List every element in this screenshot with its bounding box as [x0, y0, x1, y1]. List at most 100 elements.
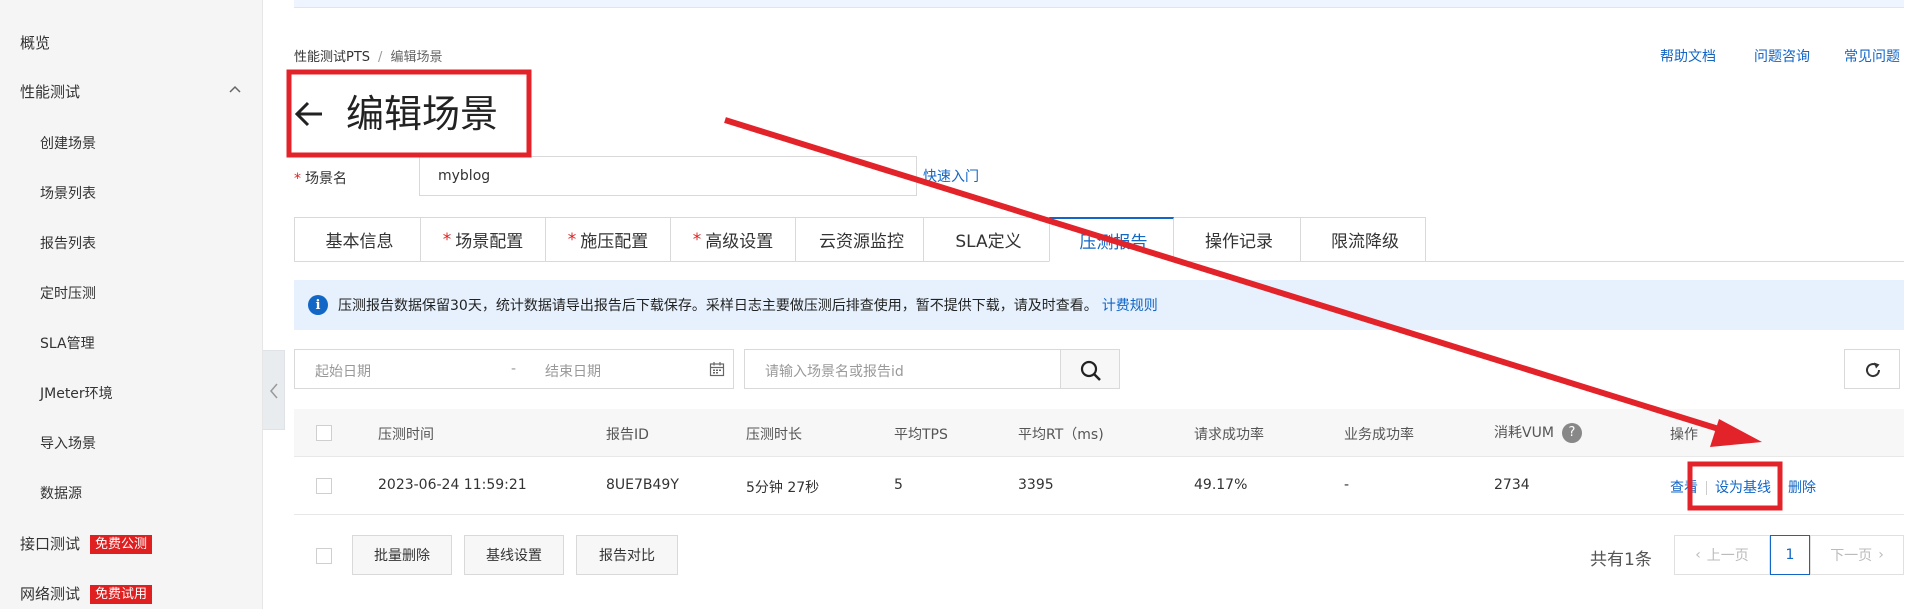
sidebar-item-label: 创建场景: [40, 136, 96, 152]
tab-label: SLA定义: [955, 232, 1022, 252]
tab-rate-limit[interactable]: 限流降级: [1300, 217, 1426, 262]
help-consult-link[interactable]: 问题咨询: [1754, 46, 1810, 66]
tab-bar: 基本信息 * 场景配置 * 施压配置 * 高级设置 云资源监控 SLA定义 压测报告 …: [294, 217, 1426, 262]
delete-link[interactable]: 删除: [1788, 480, 1816, 496]
faq-link[interactable]: 常见问题: [1844, 46, 1900, 66]
tab-basic-info[interactable]: 基本信息: [294, 217, 421, 262]
badge: 免费公测: [90, 535, 153, 554]
search-icon: [1080, 360, 1101, 381]
required-mark: *: [442, 229, 452, 250]
scene-name-input[interactable]: myblog: [419, 156, 917, 196]
chevron-right-icon: ›: [1878, 547, 1884, 563]
tab-load-config[interactable]: * 施压配置: [545, 217, 671, 262]
tab-cloud-monitor[interactable]: 云资源监控: [795, 217, 924, 262]
chevron-left-icon: ‹: [1695, 547, 1701, 563]
cell-biz-success: -: [1344, 477, 1350, 493]
end-date-field[interactable]: 结束日期: [545, 361, 601, 381]
sidebar-item-label: 接口测试: [20, 535, 81, 553]
tab-label: 施压配置: [580, 232, 649, 252]
tab-op-log[interactable]: 操作记录: [1173, 217, 1301, 262]
batch-delete-button[interactable]: 批量删除: [352, 535, 452, 575]
sidebar-item-import[interactable]: 导入场景: [40, 433, 96, 453]
table-header: 压测时间 报告ID 压测时长 平均TPS 平均RT（ms) 请求成功率 业务成功…: [294, 409, 1904, 457]
tab-label: 操作记录: [1205, 232, 1273, 252]
date-separator: -: [511, 361, 517, 377]
sidebar-item-network-test[interactable]: 网络测试 免费试用: [20, 583, 153, 604]
cell-time: 2023-06-24 11:59:21: [378, 477, 527, 493]
search-button[interactable]: [1060, 349, 1120, 389]
bottom-select-all-checkbox[interactable]: [316, 548, 332, 564]
sidebar-item-sla[interactable]: SLA管理: [40, 333, 95, 353]
start-date-field[interactable]: 起始日期: [315, 361, 371, 381]
quick-start-link[interactable]: 快速入门: [923, 166, 979, 186]
chevron-left-icon: [270, 383, 278, 399]
tab-advanced[interactable]: * 高级设置: [670, 217, 796, 262]
col-avg-tps: 平均TPS: [894, 427, 948, 443]
sidebar-item-api-test[interactable]: 接口测试 免费公测: [20, 533, 153, 554]
row-checkbox[interactable]: [316, 478, 332, 494]
sidebar: 概览 性能测试 创建场景 场景列表 报告列表 定时压测 SLA管理 JMeter…: [0, 0, 263, 609]
tab-label: 高级设置: [705, 232, 774, 252]
breadcrumb-root[interactable]: 性能测试PTS: [294, 50, 370, 65]
sidebar-item-label: 网络测试: [20, 585, 81, 603]
tab-label: 压测报告: [1079, 232, 1148, 253]
col-duration: 压测时长: [746, 427, 802, 443]
sidebar-item-overview[interactable]: 概览: [20, 32, 50, 53]
col-ops: 操作: [1670, 427, 1698, 443]
sidebar-item-label: 导入场景: [40, 436, 96, 452]
scene-name-label: * 场景名: [294, 168, 347, 188]
back-arrow-icon[interactable]: [294, 99, 324, 129]
breadcrumb-current: 编辑场景: [390, 50, 443, 65]
page-number-current[interactable]: 1: [1770, 535, 1810, 575]
refresh-button[interactable]: [1844, 349, 1900, 389]
refresh-icon: [1866, 362, 1881, 378]
breadcrumb: 性能测试PTS / 编辑场景: [294, 46, 442, 65]
chevron-up-icon[interactable]: [228, 82, 242, 96]
baseline-settings-button[interactable]: 基线设置: [464, 535, 564, 575]
tab-label: 云资源监控: [819, 232, 904, 252]
sidebar-item-label: JMeter环境: [40, 386, 113, 402]
tab-label: 基本信息: [325, 232, 394, 252]
help-docs-link[interactable]: 帮助文档: [1660, 46, 1716, 66]
tab-sla[interactable]: SLA定义: [923, 217, 1050, 262]
date-range-picker[interactable]: 起始日期 - 结束日期: [294, 349, 734, 389]
sidebar-item-create-scene[interactable]: 创建场景: [40, 133, 96, 153]
op-divider: [1779, 481, 1780, 495]
col-avg-rt: 平均RT（ms): [1018, 427, 1104, 443]
required-mark: *: [567, 229, 577, 250]
report-compare-button[interactable]: 报告对比: [576, 535, 678, 575]
tab-scene-config[interactable]: * 场景配置: [420, 217, 546, 262]
op-divider: [1706, 481, 1707, 495]
cell-vum: 2734: [1494, 477, 1530, 493]
sidebar-item-jmeter[interactable]: JMeter环境: [40, 383, 113, 403]
sidebar-item-scene-list[interactable]: 场景列表: [40, 183, 96, 203]
badge: 免费试用: [90, 585, 153, 604]
prev-page-label: 上一页: [1706, 548, 1749, 564]
sidebar-item-perf-test[interactable]: 性能测试: [20, 81, 80, 102]
set-baseline-link[interactable]: 设为基线: [1715, 480, 1771, 496]
cell-report-id: 8UE7B49Y: [606, 477, 679, 493]
view-link[interactable]: 查看: [1670, 480, 1698, 496]
help-icon[interactable]: ?: [1561, 423, 1582, 443]
sidebar-item-report-list[interactable]: 报告列表: [40, 233, 96, 253]
sidebar-item-label: 概览: [20, 34, 51, 52]
table-row: 2023-06-24 11:59:21 8UE7B49Y 5分钟 27秒 5 3…: [294, 458, 1904, 515]
next-page-button[interactable]: 下一页 ›: [1810, 535, 1904, 575]
search-input[interactable]: 请输入场景名或报告id: [744, 349, 1060, 389]
cell-req-success: 49.17%: [1194, 477, 1248, 493]
sidebar-item-scheduled[interactable]: 定时压测: [40, 283, 96, 303]
tab-report[interactable]: 压测报告: [1049, 217, 1174, 262]
page-title-text: 编辑场景: [346, 92, 499, 136]
col-vum-label: 消耗VUM: [1494, 425, 1554, 441]
col-biz-success: 业务成功率: [1344, 427, 1414, 443]
select-all-checkbox[interactable]: [316, 425, 332, 441]
col-report-id: 报告ID: [606, 427, 649, 443]
billing-rules-link[interactable]: 计费规则: [1102, 295, 1158, 315]
col-time: 压测时间: [378, 427, 434, 443]
page-title: 编辑场景: [294, 90, 498, 138]
sidebar-collapse-toggle[interactable]: [263, 350, 285, 430]
sidebar-item-datasource[interactable]: 数据源: [40, 483, 82, 503]
notice-text: 压测报告数据保留30天，统计数据请导出报告后下载保存。采样日志主要做压测后排查使…: [338, 298, 1098, 314]
info-icon: i: [308, 295, 328, 315]
prev-page-button[interactable]: ‹ 上一页: [1674, 535, 1770, 575]
